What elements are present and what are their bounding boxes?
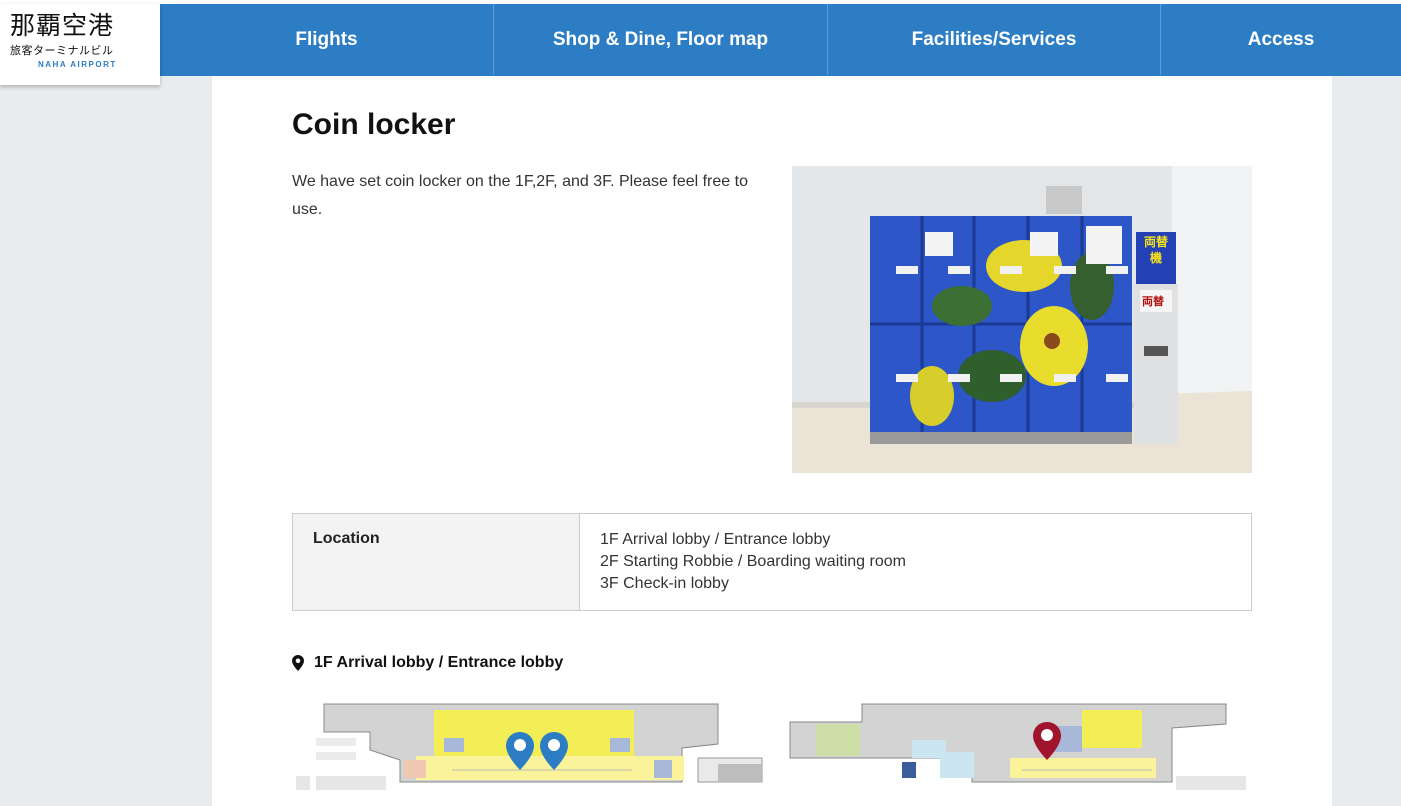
nav-flights[interactable]: Flights <box>160 4 494 75</box>
nav-facilities-services[interactable]: Facilities/Services <box>828 4 1161 75</box>
location-value-2f: 2F Starting Robbie / Boarding waiting ro… <box>600 553 906 570</box>
site-logo[interactable]: 那覇空港 旅客ターミナルビル NAHA AIRPORT <box>0 4 160 85</box>
map-heading-text: 1F Arrival lobby / Entrance lobby <box>314 654 564 671</box>
coin-locker-photo: 両替機 両替 <box>792 166 1252 473</box>
exchange-machine-label: 両替 <box>1142 295 1164 308</box>
main-content: Coin locker We have set coin locker on t… <box>212 76 1332 806</box>
location-value-3f: 3F Check-in lobby <box>600 575 729 592</box>
location-values: 1F Arrival lobby / Entrance lobby 2F Sta… <box>580 514 926 610</box>
logo-japanese-name: 那覇空港 <box>10 11 115 40</box>
location-label: Location <box>293 514 580 610</box>
map-pin-icon <box>292 655 304 671</box>
location-table: Location 1F Arrival lobby / Entrance lob… <box>292 513 1252 611</box>
nav-access[interactable]: Access <box>1161 4 1401 75</box>
page-title: Coin locker <box>292 108 456 141</box>
map-section-heading: 1F Arrival lobby / Entrance lobby <box>292 654 563 672</box>
logo-english-name: NAHA AIRPORT <box>38 60 117 69</box>
top-navigation-bar: Flights Shop & Dine, Floor map Facilitie… <box>0 0 1401 76</box>
floor-map-1f[interactable] <box>292 698 1252 806</box>
intro-text: We have set coin locker on the 1F,2F, an… <box>292 173 748 218</box>
nav-shop-dine-floor-map[interactable]: Shop & Dine, Floor map <box>494 4 828 75</box>
location-value-1f: 1F Arrival lobby / Entrance lobby <box>600 531 831 548</box>
exchange-sign-text: 両替機 <box>1143 235 1168 265</box>
main-nav: Flights Shop & Dine, Floor map Facilitie… <box>160 4 1401 75</box>
logo-subtitle: 旅客ターミナルビル <box>10 44 114 57</box>
